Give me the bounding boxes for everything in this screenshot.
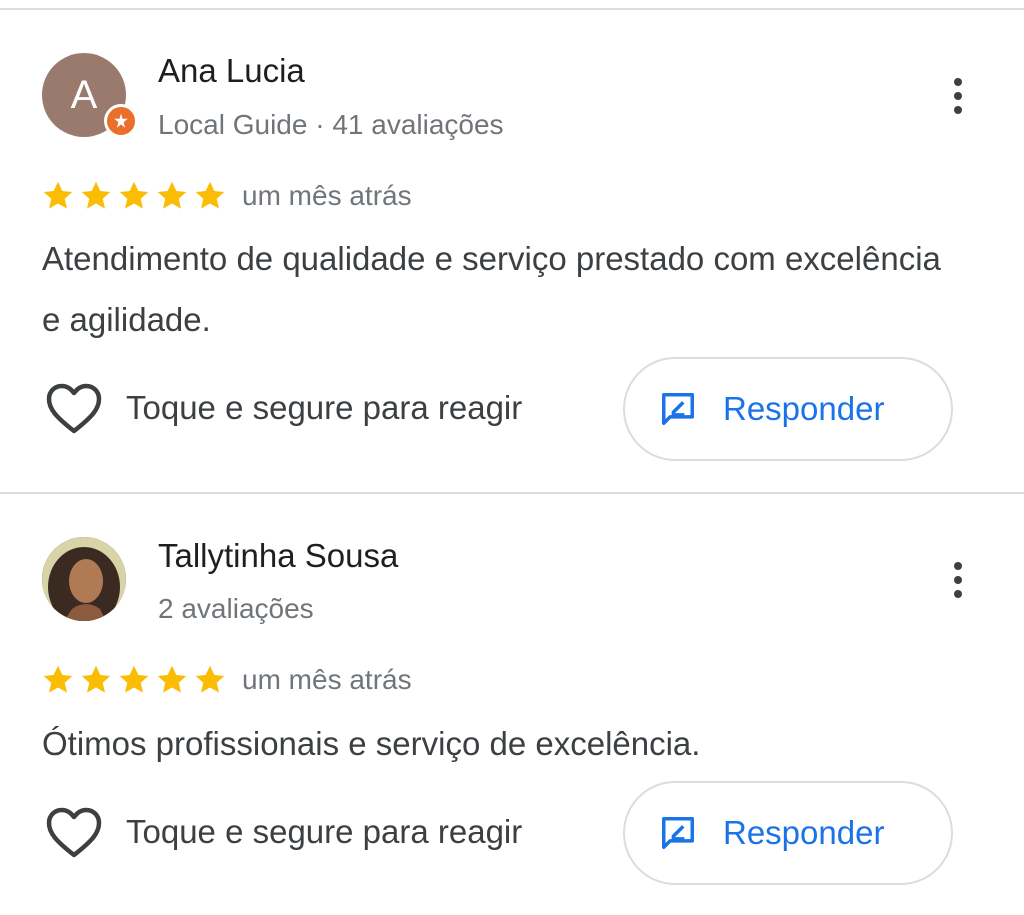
- react-label[interactable]: Toque e segure para reagir: [126, 813, 522, 851]
- reply-button-label: Responder: [723, 814, 885, 851]
- star-icon: [195, 665, 225, 693]
- heart-icon[interactable]: [44, 805, 104, 861]
- reviewer-meta[interactable]: 2 avaliações: [158, 593, 314, 625]
- reply-button[interactable]: Responder: [623, 781, 953, 885]
- star-icon: [43, 665, 73, 693]
- star-icon: [119, 665, 149, 693]
- review-card: Tallytinha Sousa 2 avaliações um mês atr…: [0, 0, 1024, 915]
- review-text: Ótimos profissionais e serviço de excelê…: [42, 725, 701, 762]
- reply-edit-icon: [662, 817, 694, 849]
- reviewer-name[interactable]: Tallytinha Sousa: [158, 537, 398, 575]
- more-options-icon[interactable]: [936, 550, 980, 610]
- review-date: um mês atrás: [242, 664, 412, 695]
- star-rating: [40, 662, 228, 698]
- star-icon: [157, 665, 187, 693]
- avatar[interactable]: [42, 537, 126, 621]
- star-icon: [81, 665, 111, 693]
